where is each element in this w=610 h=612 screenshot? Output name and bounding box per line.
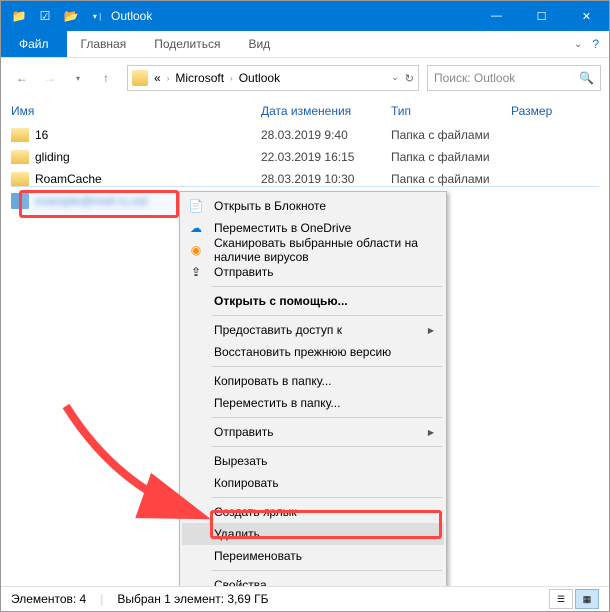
qat-folder-icon: 📂 xyxy=(61,6,81,26)
header-date[interactable]: Дата изменения xyxy=(261,104,391,118)
share-icon: ⇪ xyxy=(188,264,204,280)
tab-file[interactable]: Файл xyxy=(1,31,67,57)
help-icon[interactable]: ? xyxy=(592,37,599,51)
breadcrumb-ellipsis[interactable]: « xyxy=(152,71,163,85)
ctx-separator xyxy=(212,417,442,418)
ctx-scan-virus[interactable]: ◉Сканировать выбранные области на наличи… xyxy=(182,239,444,261)
ctx-open-notepad[interactable]: 📄Открыть в Блокноте xyxy=(182,195,444,217)
tab-view[interactable]: Вид xyxy=(234,31,284,57)
chevron-right-icon: ▶ xyxy=(428,326,434,335)
ctx-cut[interactable]: Вырезать xyxy=(182,450,444,472)
tab-share[interactable]: Поделиться xyxy=(140,31,234,57)
selected-item-highlight xyxy=(19,190,179,218)
selection-divider xyxy=(11,186,599,187)
ctx-separator xyxy=(212,366,442,367)
chevron-right-icon: › xyxy=(230,74,233,83)
ctx-send[interactable]: ⇪Отправить xyxy=(182,261,444,283)
ctx-separator xyxy=(212,497,442,498)
folder-icon xyxy=(132,70,148,86)
folder-icon xyxy=(11,172,29,186)
forward-button[interactable]: → xyxy=(37,65,63,91)
ctx-separator xyxy=(212,286,442,287)
ctx-restore[interactable]: Восстановить прежнюю версию xyxy=(182,341,444,363)
statusbar: Элементов: 4 | Выбран 1 элемент: 3,69 ГБ… xyxy=(1,586,609,611)
header-size[interactable]: Размер xyxy=(511,104,599,118)
up-button[interactable]: ↑ xyxy=(93,65,119,91)
ribbon-expand-icon[interactable]: ⌄ xyxy=(574,39,582,50)
folder-icon: 📁 xyxy=(9,6,29,26)
antivirus-icon: ◉ xyxy=(188,242,204,258)
onedrive-icon: ☁ xyxy=(188,220,204,236)
header-name[interactable]: Имя xyxy=(11,104,261,118)
view-details-button[interactable]: ▦ xyxy=(575,589,599,609)
ctx-separator xyxy=(212,570,442,571)
ctx-open-with[interactable]: Открыть с помощью... xyxy=(182,290,444,312)
window-title: Outlook xyxy=(111,9,152,23)
address-bar: ← → ▾ ↑ « › Microsoft › Outlook ⌄ ↻ Поис… xyxy=(1,58,609,98)
ctx-send-to[interactable]: Отправить▶ xyxy=(182,421,444,443)
breadcrumb-microsoft[interactable]: Microsoft xyxy=(173,71,226,85)
qat-dropdown-icon[interactable]: ▾ | xyxy=(87,6,107,26)
address-dropdown-icon[interactable]: ⌄ xyxy=(391,72,399,85)
breadcrumb-bar[interactable]: « › Microsoft › Outlook ⌄ ↻ xyxy=(127,65,419,91)
refresh-icon[interactable]: ↻ xyxy=(405,72,414,85)
search-placeholder: Поиск: Outlook xyxy=(434,71,515,85)
search-icon: 🔍 xyxy=(579,71,594,85)
tab-home[interactable]: Главная xyxy=(67,31,141,57)
ctx-separator xyxy=(212,446,442,447)
ctx-delete[interactable]: Удалить xyxy=(182,523,444,545)
recent-dropdown[interactable]: ▾ xyxy=(65,65,91,91)
column-headers: Имя Дата изменения Тип Размер xyxy=(1,98,609,124)
notepad-icon: 📄 xyxy=(188,198,204,214)
window-controls: — ☐ ✕ xyxy=(474,1,609,31)
view-list-button[interactable]: ☰ xyxy=(549,589,573,609)
header-type[interactable]: Тип xyxy=(391,104,511,118)
chevron-right-icon: › xyxy=(167,74,170,83)
titlebar: 📁 ☑ 📂 ▾ | Outlook — ☐ ✕ xyxy=(1,1,609,31)
ribbon-tabs: Файл Главная Поделиться Вид ⌄ ? xyxy=(1,31,609,58)
folder-icon xyxy=(11,128,29,142)
breadcrumb-outlook[interactable]: Outlook xyxy=(237,71,282,85)
list-item[interactable]: gliding 22.03.2019 16:15 Папка с файлами xyxy=(11,146,599,168)
ctx-copy-to[interactable]: Копировать в папку... xyxy=(182,370,444,392)
quick-access-toolbar: 📁 ☑ 📂 ▾ | xyxy=(1,6,107,26)
back-button[interactable]: ← xyxy=(9,65,35,91)
search-input[interactable]: Поиск: Outlook 🔍 xyxy=(427,65,601,91)
properties-icon[interactable]: ☑ xyxy=(35,6,55,26)
ctx-create-shortcut[interactable]: Создать ярлык xyxy=(182,501,444,523)
chevron-right-icon: ▶ xyxy=(428,428,434,437)
status-selection: Выбран 1 элемент: 3,69 ГБ xyxy=(117,592,268,606)
ctx-move-to[interactable]: Переместить в папку... xyxy=(182,392,444,414)
minimize-button[interactable]: — xyxy=(474,1,519,31)
folder-icon xyxy=(11,150,29,164)
status-count: Элементов: 4 xyxy=(11,592,86,606)
list-item[interactable]: 16 28.03.2019 9:40 Папка с файлами xyxy=(11,124,599,146)
ctx-rename[interactable]: Переименовать xyxy=(182,545,444,567)
maximize-button[interactable]: ☐ xyxy=(519,1,564,31)
ctx-copy[interactable]: Копировать xyxy=(182,472,444,494)
ctx-grant-access[interactable]: Предоставить доступ к▶ xyxy=(182,319,444,341)
ctx-separator xyxy=(212,315,442,316)
context-menu: 📄Открыть в Блокноте ☁Переместить в OneDr… xyxy=(179,191,447,600)
close-button[interactable]: ✕ xyxy=(564,1,609,31)
